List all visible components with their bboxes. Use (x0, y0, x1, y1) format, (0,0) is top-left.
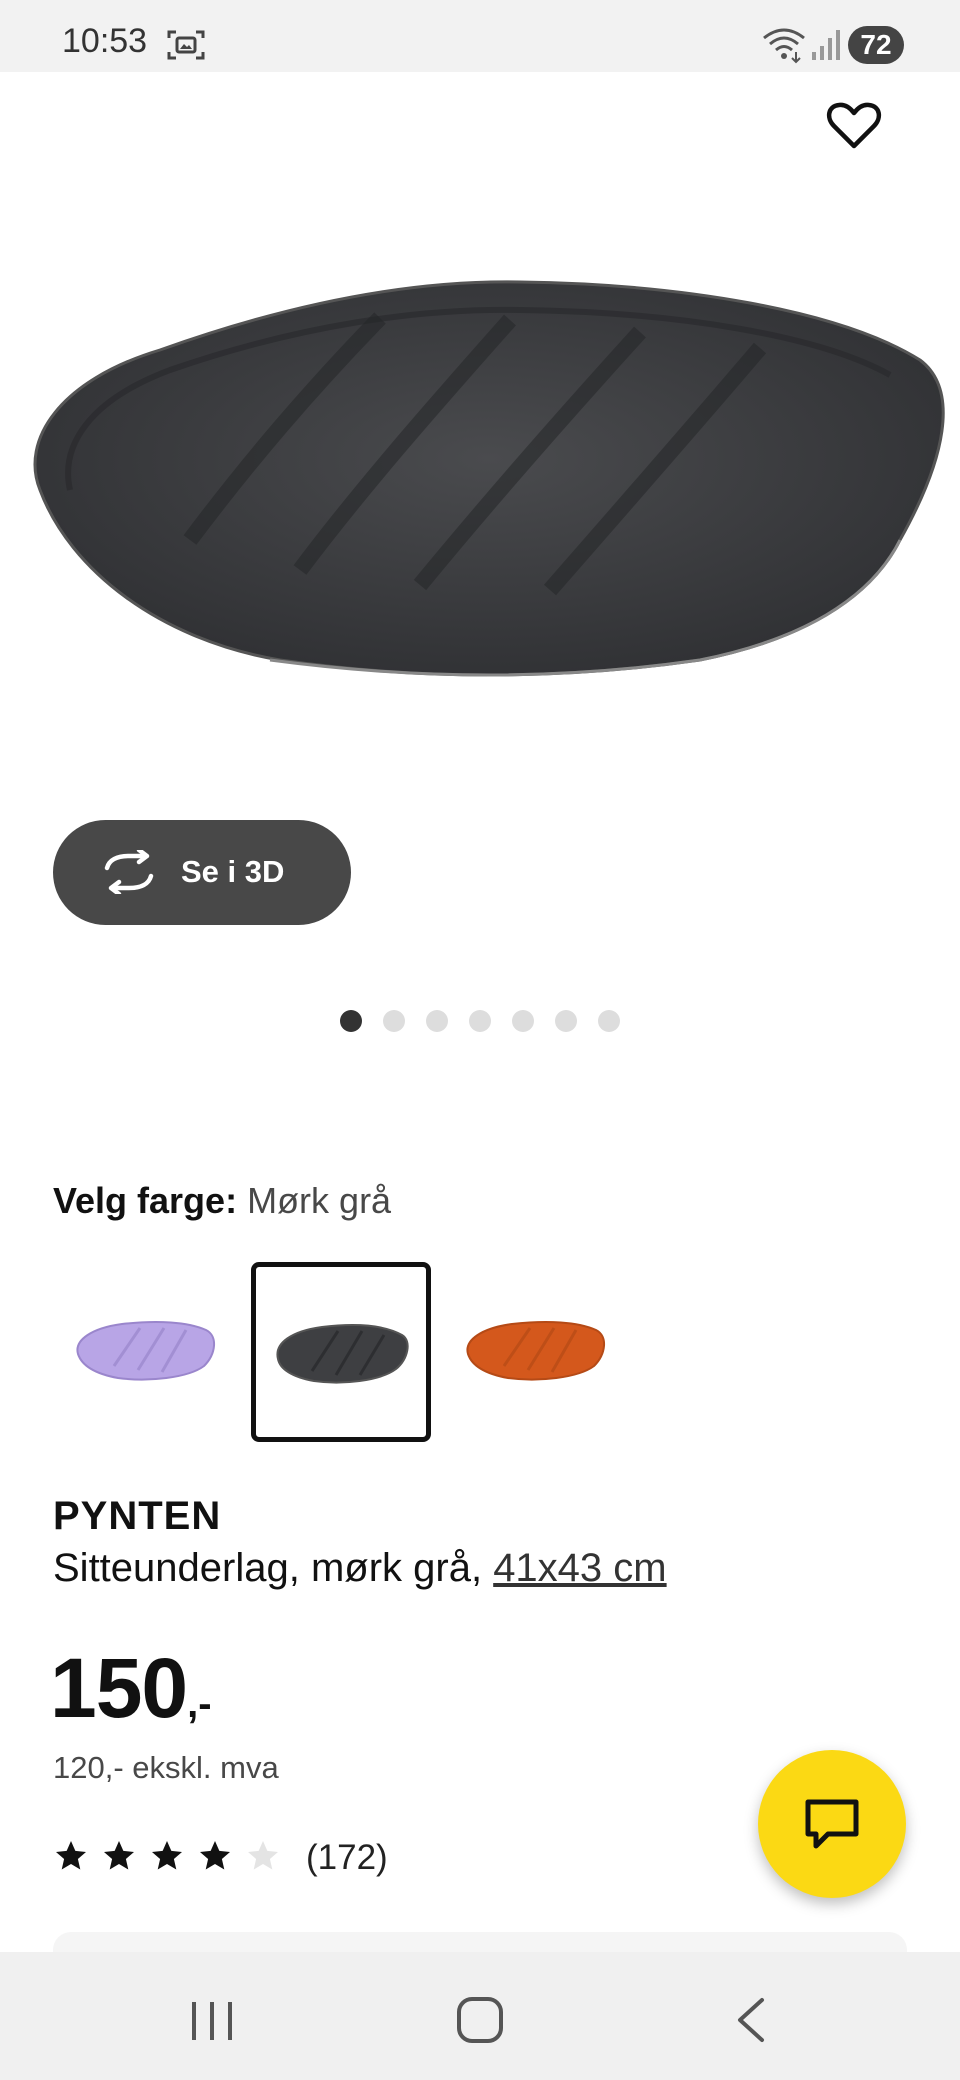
carousel-dot[interactable] (426, 1010, 448, 1032)
carousel-dots (340, 1010, 640, 1034)
carousel-dot[interactable] (598, 1010, 620, 1032)
swatch-image (76, 1321, 215, 1381)
home-icon[interactable] (456, 1996, 504, 2044)
product-description-text: Sitteunderlag, mørk grå, (53, 1546, 483, 1590)
product-size-link[interactable]: 41x43 cm (493, 1546, 666, 1590)
color-label: Velg farge: Mørk grå (53, 1180, 391, 1222)
recents-icon[interactable] (190, 2000, 234, 2042)
view-3d-button[interactable]: Se i 3D (53, 820, 351, 925)
star-filled-icon (200, 1841, 230, 1870)
price: 150,- (50, 1640, 212, 1737)
signal-icon (812, 30, 840, 60)
carousel-dot[interactable] (512, 1010, 534, 1032)
product-name: PYNTEN (53, 1494, 222, 1538)
chat-icon (805, 1799, 859, 1849)
view-3d-label: Se i 3D (181, 854, 285, 889)
carousel-dot[interactable] (340, 1010, 362, 1032)
battery-badge: 72 (848, 26, 904, 64)
price-suffix: ,- (187, 1682, 212, 1726)
back-icon[interactable] (732, 1996, 768, 2044)
price-main: 150 (50, 1641, 188, 1735)
color-swatch-oransje[interactable] (452, 1262, 632, 1442)
wifi-icon (763, 28, 805, 64)
color-label-value: Mørk grå (247, 1180, 392, 1221)
product-image[interactable] (0, 240, 960, 760)
favorite-heart-icon[interactable] (826, 100, 882, 152)
price-ex-vat: 120,- ekskl. mva (53, 1750, 279, 1785)
chat-button[interactable] (758, 1750, 906, 1898)
star-filled-icon (104, 1841, 134, 1870)
rotate-3d-icon (104, 850, 154, 894)
color-label-key: Velg farge: (53, 1180, 238, 1221)
carousel-dot[interactable] (383, 1010, 405, 1032)
screenshot-icon (167, 30, 205, 60)
color-swatch-lilla[interactable] (58, 1262, 238, 1442)
status-time: 10:53 (62, 22, 148, 60)
carousel-dot[interactable] (555, 1010, 577, 1032)
review-count: (172) (306, 1838, 388, 1877)
star-filled-icon (152, 1841, 182, 1870)
star-filled-icon (56, 1841, 86, 1870)
product-description: Sitteunderlag, mørk grå, 41x43 cm (53, 1546, 667, 1591)
carousel-dot[interactable] (469, 1010, 491, 1032)
swatch-image (276, 1324, 409, 1384)
swatch-image (466, 1321, 605, 1381)
star-empty-icon (248, 1841, 278, 1870)
color-swatch-mork-gra[interactable] (251, 1262, 431, 1442)
status-bar: 10:53 72 (0, 0, 960, 72)
